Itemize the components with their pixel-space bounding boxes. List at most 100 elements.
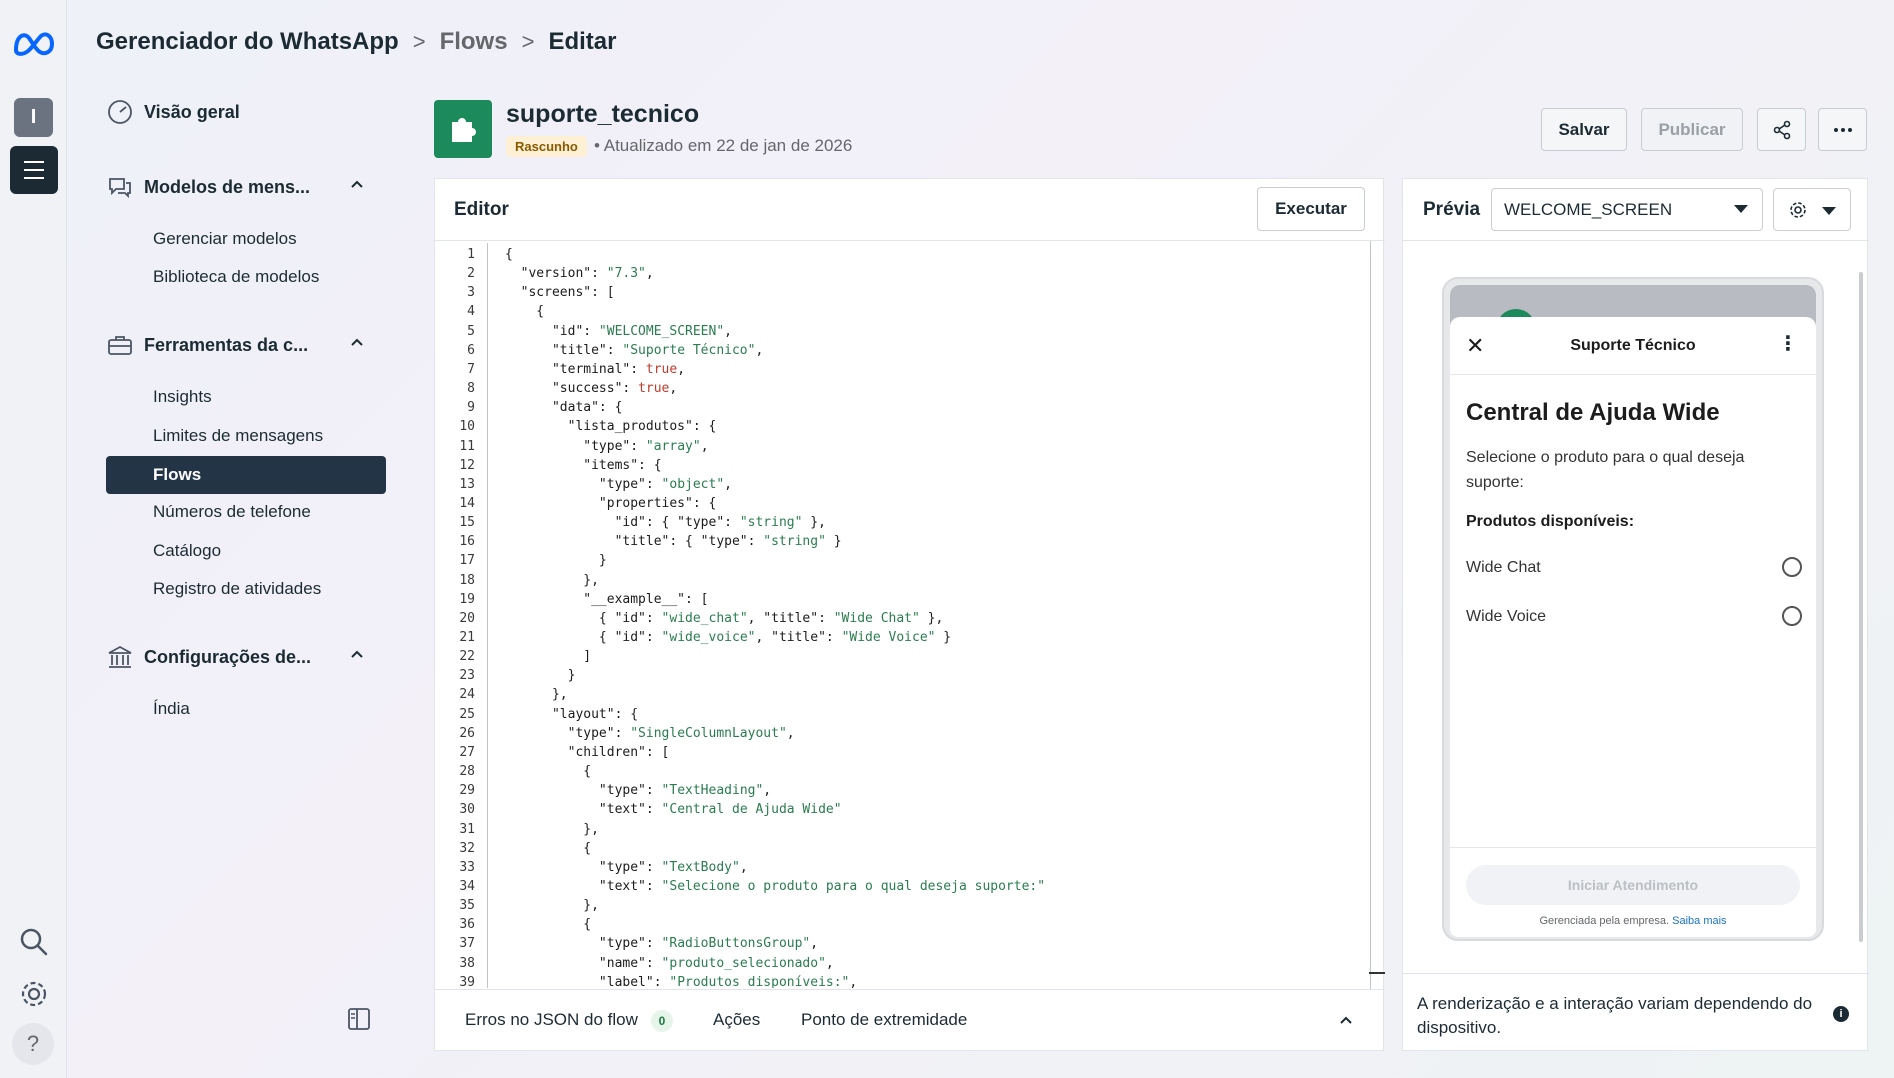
start-support-button[interactable]: Iniciar Atendimento (1466, 865, 1800, 905)
learn-more-link[interactable]: Saiba mais (1672, 915, 1726, 927)
nav-item-insights[interactable]: Insights (153, 382, 212, 412)
nav-item-phone-numbers[interactable]: Números de telefone (153, 497, 311, 527)
code-line: { (505, 840, 592, 856)
menu-icon[interactable] (10, 146, 58, 194)
screen-select[interactable]: WELCOME_SCREEN (1491, 188, 1763, 231)
more-vertical-icon[interactable]: ⋮ (1778, 334, 1798, 354)
preview-scrollbar[interactable] (1859, 272, 1863, 942)
json-editor-panel: Editor Executar 1 {2 "version": "7.3", 3 "… (434, 178, 1385, 1051)
chevron-right-icon: > (412, 29, 426, 54)
save-button[interactable]: Salvar (1541, 108, 1627, 151)
info-icon[interactable]: i (1833, 1006, 1849, 1022)
nav-section-tools[interactable]: Ferramentas da c... (106, 329, 388, 361)
breadcrumb-current: Editar (548, 28, 617, 55)
radio-option[interactable]: Wide Chat (1466, 557, 1802, 577)
settings-gear-icon[interactable] (18, 978, 50, 1010)
code-line: "lista_produtos": { (505, 419, 717, 435)
screen-body-text: Selecione o produto para o qual deseja s… (1466, 449, 1745, 491)
line-number: 24 (459, 687, 475, 703)
tab-endpoint[interactable]: Ponto de extremidade (801, 1010, 967, 1030)
meta-logo-icon[interactable] (12, 28, 56, 58)
line-number: 28 (459, 764, 475, 780)
line-number: 11 (459, 438, 475, 454)
screen-heading: Central de Ajuda Wide (1466, 399, 1720, 426)
breadcrumb-app[interactable]: Gerenciador do WhatsApp (96, 28, 399, 56)
chevron-up-icon[interactable] (350, 335, 364, 349)
line-number: 33 (459, 859, 475, 875)
line-number: 16 (459, 534, 475, 550)
code-line: "type": "RadioButtonsGroup", (505, 936, 819, 952)
code-line: "id": "WELCOME_SCREEN", (505, 323, 732, 339)
line-number: 34 (459, 878, 475, 894)
tab-json-errors[interactable]: Erros no JSON do flow (465, 1010, 638, 1030)
chevron-up-icon[interactable] (350, 177, 364, 191)
share-button[interactable] (1757, 108, 1806, 151)
nav-section-templates[interactable]: Modelos de mens... (106, 171, 388, 203)
breadcrumb-flows[interactable]: Flows (440, 28, 508, 56)
more-horizontal-icon (1833, 127, 1852, 132)
code-line: "success": true, (505, 381, 678, 397)
code-line: }, (505, 898, 599, 914)
tab-actions[interactable]: Ações (713, 1010, 760, 1030)
line-number: 26 (459, 725, 475, 741)
search-icon[interactable] (18, 926, 50, 958)
preview-settings-button[interactable] (1773, 188, 1851, 231)
line-number: 9 (467, 400, 475, 416)
line-number: 18 (459, 572, 475, 588)
code-line: }, (505, 821, 599, 837)
code-line: "type": "SingleColumnLayout", (505, 725, 795, 741)
preview-title: Prévia (1423, 199, 1481, 220)
chevron-up-icon[interactable] (350, 647, 364, 661)
line-number: 23 (459, 668, 475, 684)
more-options-button[interactable] (1818, 108, 1867, 151)
code-line: "title": { "type": "string" } (505, 534, 842, 550)
radio-option-label: Wide Chat (1466, 559, 1541, 576)
nav-section-settings[interactable]: Configurações de... (106, 641, 388, 673)
business-avatar[interactable]: I (14, 98, 53, 137)
nav-item-manage-templates[interactable]: Gerenciar modelos (153, 224, 297, 254)
run-button[interactable]: Executar (1257, 187, 1365, 231)
code-line: { (505, 764, 592, 780)
chevron-up-icon[interactable] (1339, 1014, 1353, 1026)
editor-footer: Erros no JSON do flow 0 Ações Ponto de e… (435, 989, 1385, 1051)
line-number: 5 (467, 323, 475, 339)
radio-button[interactable] (1782, 557, 1802, 577)
nav-section-templates-label: Modelos de mens... (144, 176, 311, 197)
nav-item-catalog[interactable]: Catálogo (153, 536, 221, 566)
line-number: 14 (459, 495, 475, 511)
preview-header: Prévia WELCOME_SCREEN (1403, 179, 1869, 241)
nav-item-india[interactable]: Índia (153, 694, 190, 724)
code-line: } (505, 553, 607, 569)
code-line: "terminal": true, (505, 361, 686, 377)
line-number: 19 (459, 591, 475, 607)
scroll-thumb[interactable] (1369, 972, 1385, 974)
line-number: 12 (459, 457, 475, 473)
updated-timestamp: • Atualizado em 22 de jan de 2026 (594, 136, 853, 155)
publish-button[interactable]: Publicar (1641, 108, 1743, 151)
code-line: "items": { (505, 457, 662, 473)
line-number: 3 (467, 285, 475, 301)
sheet-footer-divider (1450, 847, 1816, 848)
managed-by-business: Gerenciada pela empresa. Saiba mais (1450, 915, 1816, 927)
caret-down-icon (1822, 207, 1836, 215)
radio-option[interactable]: Wide Voice (1466, 606, 1802, 626)
radio-button[interactable] (1782, 606, 1802, 626)
errors-count-badge: 0 (651, 1010, 673, 1032)
collapse-sidebar-icon[interactable] (346, 1006, 372, 1032)
nav-item-message-limits[interactable]: Limites de mensagens (153, 421, 323, 451)
help-icon[interactable]: ? (12, 1023, 54, 1065)
code-line: "__example__": [ (505, 591, 709, 607)
code-area[interactable]: 1{2 "version": "7.3", 3 "screens": [4 {5 … (435, 243, 1370, 988)
code-line: "label": "Produtos disponíveis:", (505, 974, 858, 988)
editor-scrollbar[interactable] (1370, 241, 1371, 990)
line-number: 2 (467, 266, 475, 282)
nav-item-activity-log[interactable]: Registro de atividades (153, 574, 321, 604)
nav-item-flows[interactable]: Flows (106, 456, 386, 494)
code-line: }, (505, 687, 568, 703)
toolbox-icon (108, 336, 132, 355)
line-number: 36 (459, 917, 475, 933)
nav-overview[interactable]: Visão geral (106, 96, 388, 128)
nav-item-template-library[interactable]: Biblioteca de modelos (153, 262, 319, 292)
status-badge: Rascunho (506, 136, 587, 157)
line-number: 32 (459, 840, 475, 856)
